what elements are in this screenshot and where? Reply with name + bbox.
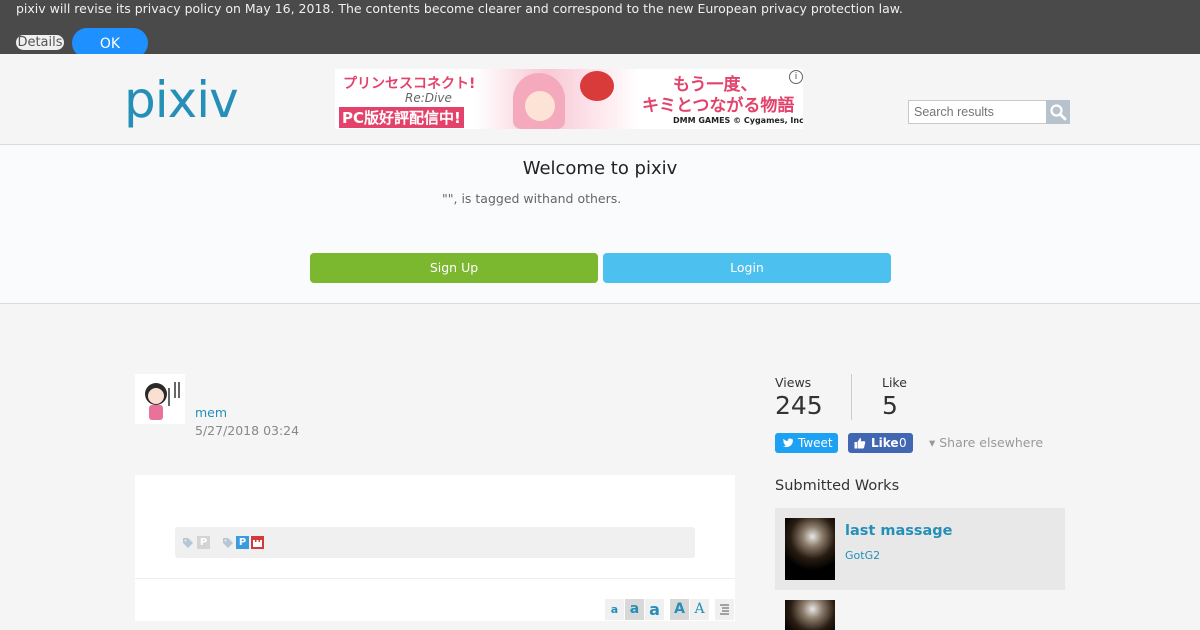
views-label: Views xyxy=(775,375,812,390)
search-button[interactable] xyxy=(1046,100,1070,124)
likes-label: Like xyxy=(882,375,907,390)
ad-rose xyxy=(580,71,614,101)
twitter-bird-icon xyxy=(783,438,794,448)
fb-like-count: 0 xyxy=(899,436,907,450)
facebook-like-button[interactable]: Like 0 xyxy=(848,433,913,453)
ad-publisher: DMM GAMES © Cygames, Inc. xyxy=(673,116,803,125)
ad-pc-text: PC版好評配信中! xyxy=(339,107,464,128)
login-button[interactable]: Login xyxy=(603,253,891,283)
search-icon xyxy=(1050,104,1067,121)
font-size-medium-button[interactable]: a xyxy=(625,599,644,620)
ad-tagline-2: キミとつながる物語 xyxy=(642,96,795,116)
signup-button[interactable]: Sign Up xyxy=(310,253,598,283)
author-name-link[interactable]: mem xyxy=(195,405,227,420)
list-lines-icon xyxy=(720,604,729,615)
search-input[interactable] xyxy=(908,100,1051,124)
tweet-button[interactable]: Tweet xyxy=(775,433,838,453)
pixiv-logo[interactable]: pixiv xyxy=(124,70,239,130)
submitted-works-heading: Submitted Works xyxy=(775,478,900,494)
ad-game-title: プリンセスコネクト! xyxy=(343,76,476,92)
fb-like-label: Like xyxy=(871,436,899,450)
tag-icon xyxy=(183,538,193,548)
tag-icon xyxy=(223,538,233,548)
work-thumbnail[interactable] xyxy=(785,600,835,630)
tag-badge-p-blue[interactable]: P xyxy=(236,536,249,549)
tag-badge-p-grey[interactable]: P xyxy=(197,536,210,549)
post-date: 5/27/2018 03:24 xyxy=(195,423,300,438)
ad-banner[interactable]: プリンセスコネクト! Re:Dive PC版好評配信中! もう一度、 キミとつな… xyxy=(335,69,803,129)
likes-count: 5 xyxy=(882,391,898,420)
welcome-title: Welcome to pixiv xyxy=(522,158,678,179)
text-direction-button[interactable] xyxy=(715,599,734,620)
stats-divider xyxy=(851,374,852,420)
views-count: 245 xyxy=(775,391,823,420)
privacy-banner-text: pixiv will revise its privacy policy on … xyxy=(16,1,903,16)
font-size-small-button[interactable]: a xyxy=(605,599,624,620)
avatar[interactable] xyxy=(135,374,185,424)
card-divider xyxy=(135,578,735,579)
ad-info-icon[interactable]: i xyxy=(789,70,803,84)
ad-character-face xyxy=(525,91,555,121)
font-size-large-button[interactable]: a xyxy=(645,599,664,620)
font-style-sans-button[interactable]: A xyxy=(670,599,689,620)
avatar-illustration xyxy=(135,374,185,424)
work-title-link[interactable]: last massage xyxy=(845,523,953,539)
font-style-serif-button[interactable]: A xyxy=(690,599,709,620)
ad-game-subtitle: Re:Dive xyxy=(405,91,452,105)
thumbs-up-icon xyxy=(854,438,866,449)
details-button[interactable]: Details xyxy=(16,35,64,50)
tweet-label: Tweet xyxy=(798,436,833,450)
tag-badge-castle-icon[interactable] xyxy=(251,536,264,549)
work-author-link[interactable]: GotG2 xyxy=(845,549,880,562)
welcome-subtitle: "", is tagged withand others. xyxy=(442,191,622,206)
share-elsewhere-link[interactable]: ▾ Share elsewhere xyxy=(929,435,1043,450)
work-thumbnail[interactable] xyxy=(785,518,835,580)
